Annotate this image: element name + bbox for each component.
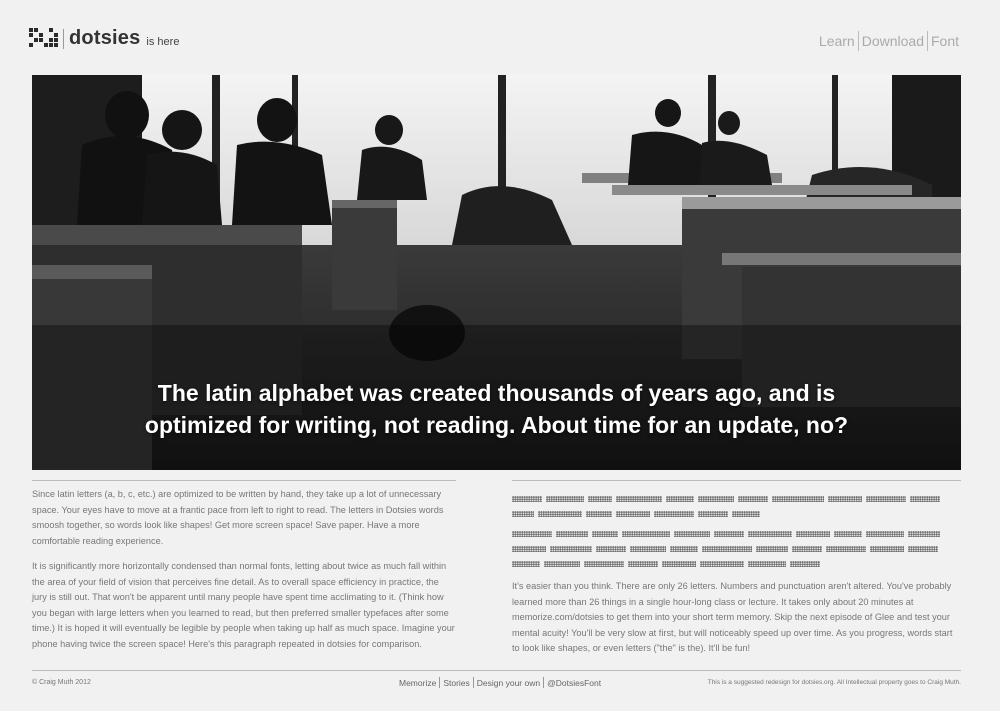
dotsies-line: [512, 546, 961, 552]
copyright-text: © Craig Muth 2012: [32, 679, 91, 686]
intro-paragraph: Since latin letters (a, b, c, etc.) are …: [32, 489, 444, 546]
hero-headline: The latin alphabet was created thousands…: [32, 377, 961, 441]
top-nav: Learn Download Font: [816, 31, 962, 51]
nav-font-link[interactable]: Font: [928, 33, 962, 49]
hero-headline-line-1: The latin alphabet was created thousands…: [157, 380, 836, 406]
logo-divider: [63, 28, 64, 49]
brand-tagline: is here: [146, 35, 180, 48]
dotsies-line: [512, 531, 961, 537]
nav-learn-link[interactable]: Learn: [816, 33, 858, 49]
easy-learning-paragraph: It's easier than you think. There are on…: [512, 581, 953, 653]
brand-name: dotsies: [69, 27, 141, 49]
hero-banner: The latin alphabet was created thousands…: [32, 75, 961, 470]
hero-headline-line-2: optimized for writing, not reading. Abou…: [144, 412, 849, 438]
logo[interactable]: dotsies is here: [29, 27, 179, 50]
dotsies-line: [512, 496, 961, 502]
redesign-note: This is a suggested redesign for dotsies…: [707, 679, 961, 686]
footer-design-link[interactable]: Design your own: [474, 678, 543, 688]
footer-nav: Memorize Stories Design your own @Dotsie…: [396, 677, 604, 688]
footer-stories-link[interactable]: Stories: [440, 678, 472, 688]
footer-memorize-link[interactable]: Memorize: [396, 678, 439, 688]
footer: © Craig Muth 2012 Memorize Stories Desig…: [32, 670, 961, 701]
footer-twitter-link[interactable]: @DotsiesFont: [544, 678, 604, 688]
dotsies-line: [512, 511, 961, 517]
dotsies-line: [512, 561, 961, 567]
dotsies-logo-icon: [29, 27, 59, 50]
condensed-paragraph: It is significantly more horizontally co…: [32, 561, 455, 649]
left-column: Since latin letters (a, b, c, etc.) are …: [32, 480, 456, 662]
right-column: It's easier than you think. There are on…: [512, 480, 961, 667]
nav-download-link[interactable]: Download: [859, 33, 927, 49]
dotsies-sample-text: [512, 496, 961, 567]
header: dotsies is here Learn Download Font: [0, 0, 1000, 75]
